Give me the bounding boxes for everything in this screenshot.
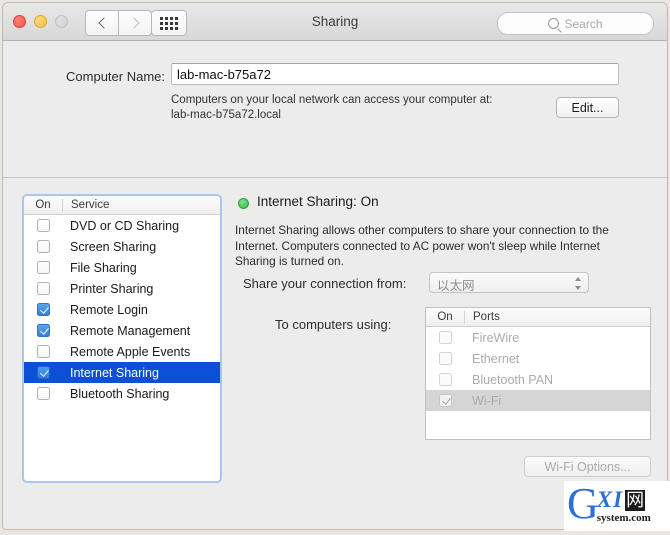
- port-name: Ethernet: [472, 351, 520, 366]
- search-field[interactable]: Search: [497, 12, 654, 35]
- checkbox-cell[interactable]: [24, 303, 62, 316]
- checkbox-cell[interactable]: [426, 352, 464, 365]
- screenshot-root: Sharing Search Computer Name: Computers …: [0, 0, 670, 535]
- checkbox-cell[interactable]: [24, 366, 62, 379]
- service-name: Internet Sharing: [70, 365, 159, 380]
- table-row[interactable]: Ethernet: [426, 348, 650, 369]
- services-rows: DVD or CD Sharing Screen Sharing File Shar…: [24, 215, 220, 404]
- table-row[interactable]: Remote Apple Events: [24, 341, 220, 362]
- computer-name-label: Computer Name:: [66, 69, 165, 84]
- watermark-letter: G: [567, 481, 599, 528]
- checkbox-unchecked-icon[interactable]: [36, 282, 50, 295]
- service-name: Printer Sharing: [70, 281, 154, 296]
- search-placeholder: Search: [564, 16, 603, 31]
- checkbox-cell[interactable]: [426, 331, 464, 344]
- internet-sharing-status: Internet Sharing: On: [235, 194, 653, 214]
- checkbox-checked-icon[interactable]: [36, 366, 50, 379]
- port-name: Wi-Fi: [472, 393, 502, 408]
- watermark-subtitle: system.com: [596, 511, 651, 524]
- service-name: Remote Management: [70, 323, 191, 338]
- checkbox-unchecked-icon[interactable]: [36, 345, 50, 358]
- table-row[interactable]: File Sharing: [24, 257, 220, 278]
- watermark-text: XI 网 system.com: [596, 486, 651, 524]
- checkbox-unchecked-icon[interactable]: [438, 373, 452, 386]
- status-text: Internet Sharing: On: [257, 194, 379, 209]
- checkbox-unchecked-icon[interactable]: [36, 261, 50, 274]
- table-row[interactable]: Screen Sharing: [24, 236, 220, 257]
- chevron-updown-icon: [575, 277, 582, 290]
- checkbox-cell[interactable]: [24, 282, 62, 295]
- hint-line-1: Computers on your local network can acce…: [171, 94, 493, 106]
- table-row[interactable]: Bluetooth Sharing: [24, 383, 220, 404]
- checkbox-cell[interactable]: [426, 373, 464, 386]
- checkbox-cell[interactable]: [24, 387, 62, 400]
- watermark-cn: 网: [625, 489, 646, 511]
- checkbox-unchecked-icon[interactable]: [36, 219, 50, 232]
- computer-name-input[interactable]: [171, 63, 619, 85]
- table-row[interactable]: Bluetooth PAN: [426, 369, 650, 390]
- checkbox-checked-icon[interactable]: [438, 394, 452, 407]
- table-row[interactable]: Wi-Fi: [426, 390, 650, 411]
- table-row[interactable]: Remote Login: [24, 299, 220, 320]
- status-indicator-icon: [238, 198, 249, 209]
- watermark: G XI 网 system.com: [564, 481, 670, 531]
- port-name: Bluetooth PAN: [472, 372, 554, 387]
- section-divider: [3, 177, 667, 178]
- service-name: Remote Login: [70, 302, 148, 317]
- sharing-preferences-window: Sharing Search Computer Name: Computers …: [2, 2, 668, 530]
- checkbox-cell[interactable]: [24, 261, 62, 274]
- service-name: DVD or CD Sharing: [70, 218, 180, 233]
- to-computers-label: To computers using:: [275, 317, 392, 332]
- ports-header-ports: Ports: [473, 311, 500, 323]
- checkbox-cell[interactable]: [24, 240, 62, 253]
- service-name: Bluetooth Sharing: [70, 386, 170, 401]
- checkbox-unchecked-icon[interactable]: [36, 387, 50, 400]
- window-content: Computer Name: Computers on your local n…: [3, 41, 667, 529]
- services-header-on: On: [35, 199, 51, 211]
- table-row[interactable]: Printer Sharing: [24, 278, 220, 299]
- share-from-value: 以太网: [437, 279, 475, 293]
- ports-list-header: On Ports: [426, 308, 650, 327]
- checkbox-unchecked-icon[interactable]: [438, 331, 452, 344]
- checkbox-cell[interactable]: [24, 219, 62, 232]
- search-icon: [548, 18, 560, 29]
- ports-list[interactable]: On Ports FireWire Ethernet Bluetooth PAN Wi…: [425, 307, 651, 440]
- checkbox-cell[interactable]: [426, 394, 464, 407]
- share-from-select[interactable]: 以太网: [429, 272, 589, 293]
- checkbox-checked-icon[interactable]: [36, 303, 50, 316]
- services-list[interactable]: On Service DVD or CD Sharing Screen Shari…: [22, 194, 222, 483]
- ports-header-on: On: [437, 311, 453, 323]
- table-row[interactable]: DVD or CD Sharing: [24, 215, 220, 236]
- table-row[interactable]: FireWire: [426, 327, 650, 348]
- services-list-header: On Service: [24, 196, 220, 215]
- detail-pane: Internet Sharing: On Internet Sharing al…: [235, 194, 653, 477]
- checkbox-unchecked-icon[interactable]: [36, 240, 50, 253]
- service-name: Screen Sharing: [70, 239, 157, 254]
- computer-name-hint: Computers on your local network can acce…: [171, 93, 571, 123]
- services-header-service: Service: [71, 199, 110, 211]
- table-row[interactable]: Remote Management: [24, 320, 220, 341]
- checkbox-checked-icon[interactable]: [36, 324, 50, 337]
- share-from-label: Share your connection from:: [243, 276, 407, 291]
- port-name: FireWire: [472, 330, 520, 345]
- service-name: Remote Apple Events: [70, 344, 191, 359]
- wifi-options-button[interactable]: Wi-Fi Options...: [524, 456, 651, 477]
- watermark-xi: XI: [596, 486, 624, 512]
- service-name: File Sharing: [70, 260, 137, 275]
- edit-button[interactable]: Edit...: [556, 97, 619, 118]
- checkbox-cell[interactable]: [24, 345, 62, 358]
- checkbox-unchecked-icon[interactable]: [438, 352, 452, 365]
- window-titlebar: Sharing Search: [3, 3, 667, 41]
- internet-sharing-description: Internet Sharing allows other computers …: [235, 223, 609, 268]
- hint-line-2: lab-mac-b75a72.local: [171, 109, 281, 121]
- table-row[interactable]: Internet Sharing: [24, 362, 220, 383]
- checkbox-cell[interactable]: [24, 324, 62, 337]
- ports-rows: FireWire Ethernet Bluetooth PAN Wi-Fi: [426, 327, 650, 411]
